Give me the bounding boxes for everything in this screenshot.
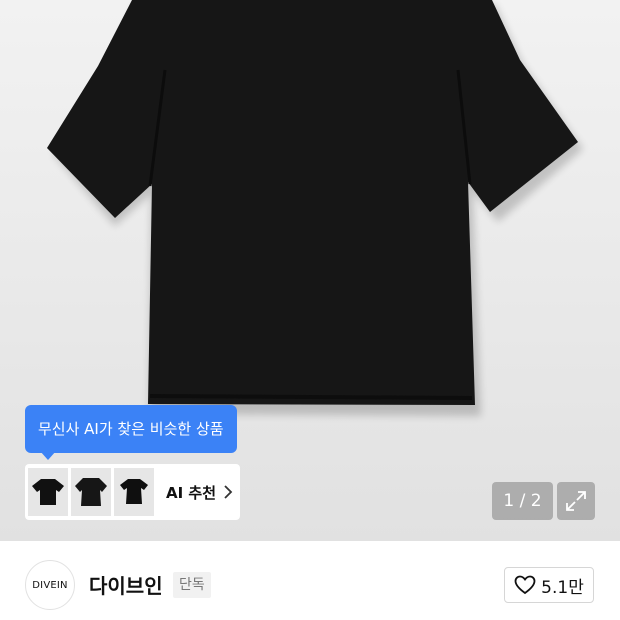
tshirt-thumbnail-icon: [75, 478, 107, 506]
recommend-thumbnail[interactable]: [114, 468, 154, 516]
product-photo-black-tshirt: [47, 0, 583, 416]
ai-similar-tooltip[interactable]: 무신사 AI가 찾은 비슷한 상품: [25, 405, 237, 453]
product-image-area[interactable]: [0, 0, 620, 541]
brand-name[interactable]: 다이브인: [89, 570, 163, 599]
recommend-thumbnail[interactable]: [71, 468, 111, 516]
tshirt-thumbnail-icon: [32, 479, 64, 505]
brand-logo[interactable]: DIVEIN: [25, 560, 75, 610]
exclusive-badge: 단독: [173, 572, 211, 598]
chevron-right-icon: [224, 485, 233, 499]
ai-recommend-label: AI 추천: [166, 483, 217, 502]
ai-recommend-button[interactable]: AI 추천: [25, 464, 240, 520]
brand-bar: DIVEIN 다이브인 단독 5.1만: [0, 541, 620, 620]
brand-logo-text: DIVEIN: [32, 579, 68, 591]
recommend-thumbnail[interactable]: [28, 468, 68, 516]
expand-image-button[interactable]: [557, 482, 595, 520]
tshirt-thumbnail-icon: [120, 479, 148, 504]
expand-icon: [566, 491, 586, 511]
like-button[interactable]: 5.1만: [504, 567, 594, 603]
heart-icon: [514, 575, 536, 595]
image-pager: 1 / 2: [492, 482, 553, 520]
tooltip-arrow: [40, 451, 56, 460]
like-count: 5.1만: [541, 577, 584, 598]
